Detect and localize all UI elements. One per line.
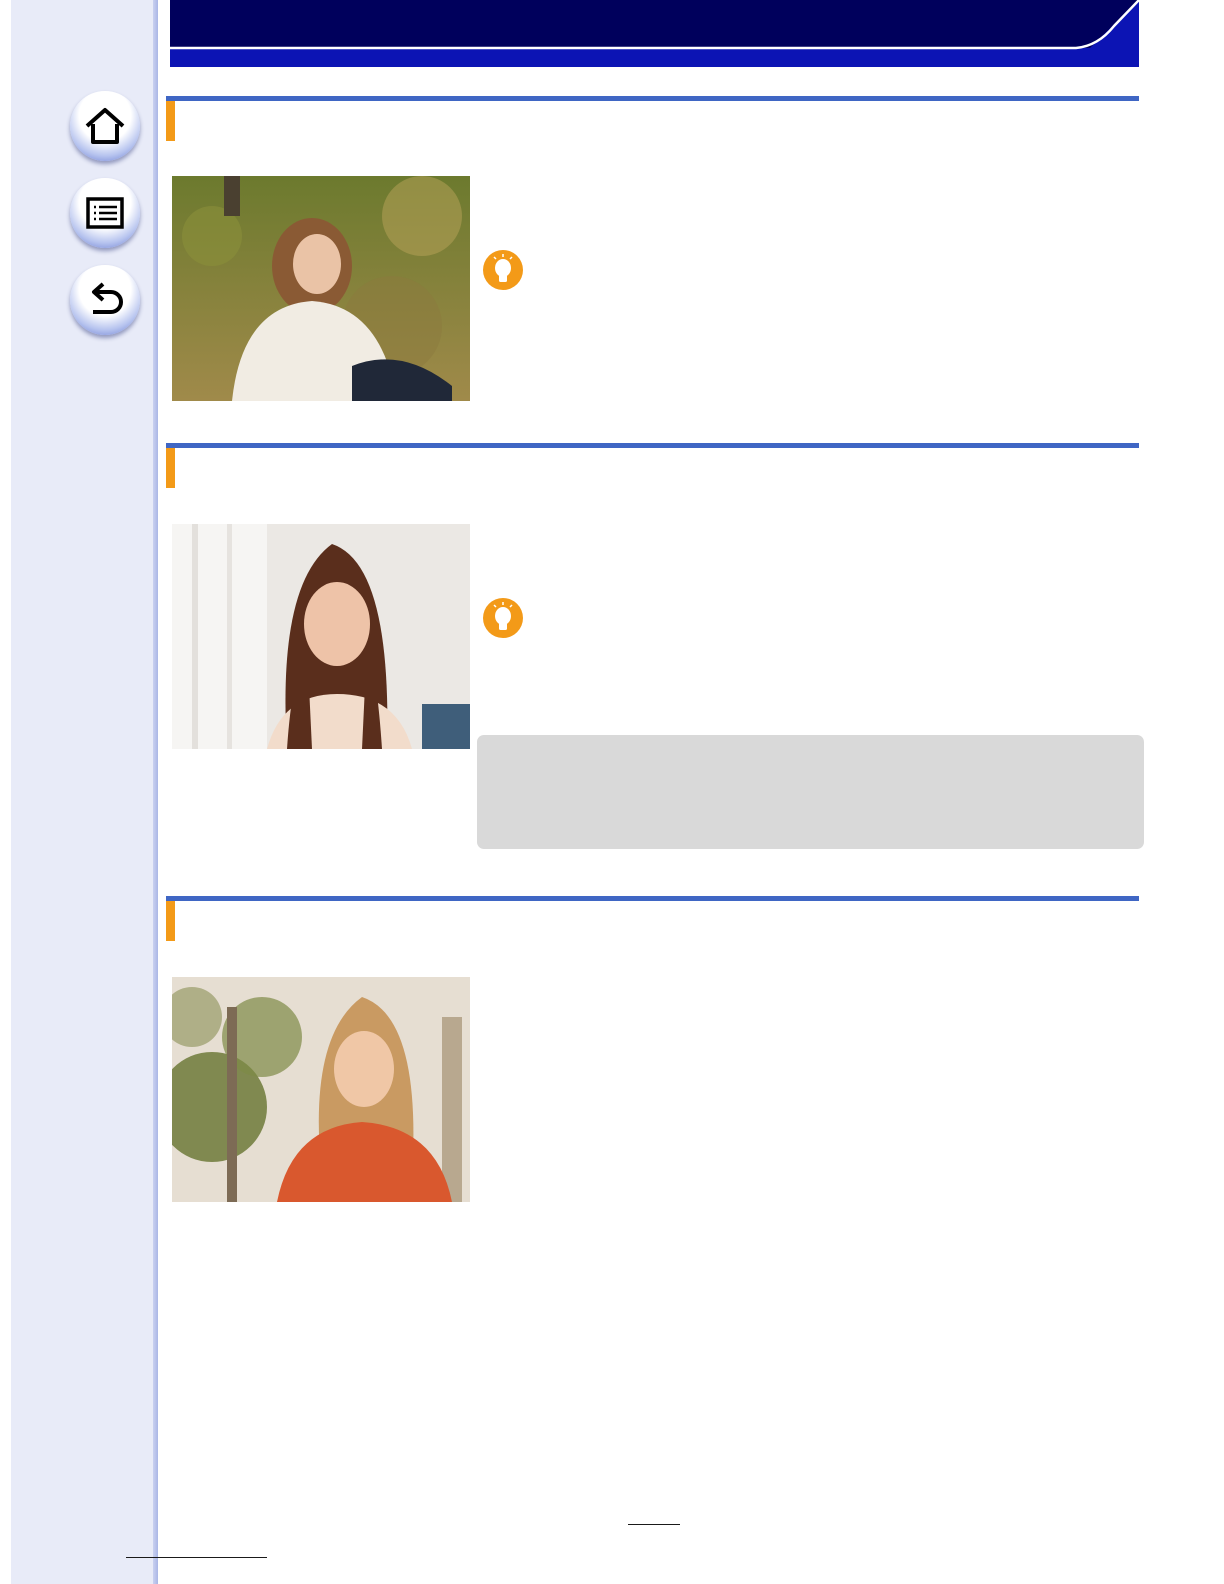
section-marker <box>166 901 175 941</box>
home-icon <box>85 108 125 144</box>
back-icon <box>92 282 123 314</box>
page-number-underline <box>628 1524 680 1525</box>
page-header <box>170 0 1140 67</box>
section-rule <box>166 896 1139 901</box>
section-marker <box>166 448 175 488</box>
contents-button[interactable] <box>70 178 140 248</box>
section-rule <box>166 96 1139 101</box>
note-box <box>477 735 1144 849</box>
photo-girl-backlit-trees <box>172 977 470 1202</box>
photo-girl-sitting-on-grass <box>172 176 470 401</box>
sidebar-edge <box>153 0 158 1584</box>
section-rule <box>166 443 1139 448</box>
lightbulb-icon <box>483 250 523 290</box>
section-marker <box>166 101 175 141</box>
back-button[interactable] <box>70 265 140 335</box>
contents-list-icon <box>86 197 124 229</box>
home-button[interactable] <box>70 91 140 161</box>
photo-woman-indoor-portrait <box>172 524 470 749</box>
footer-rule <box>126 1557 267 1558</box>
lightbulb-icon <box>483 598 523 638</box>
